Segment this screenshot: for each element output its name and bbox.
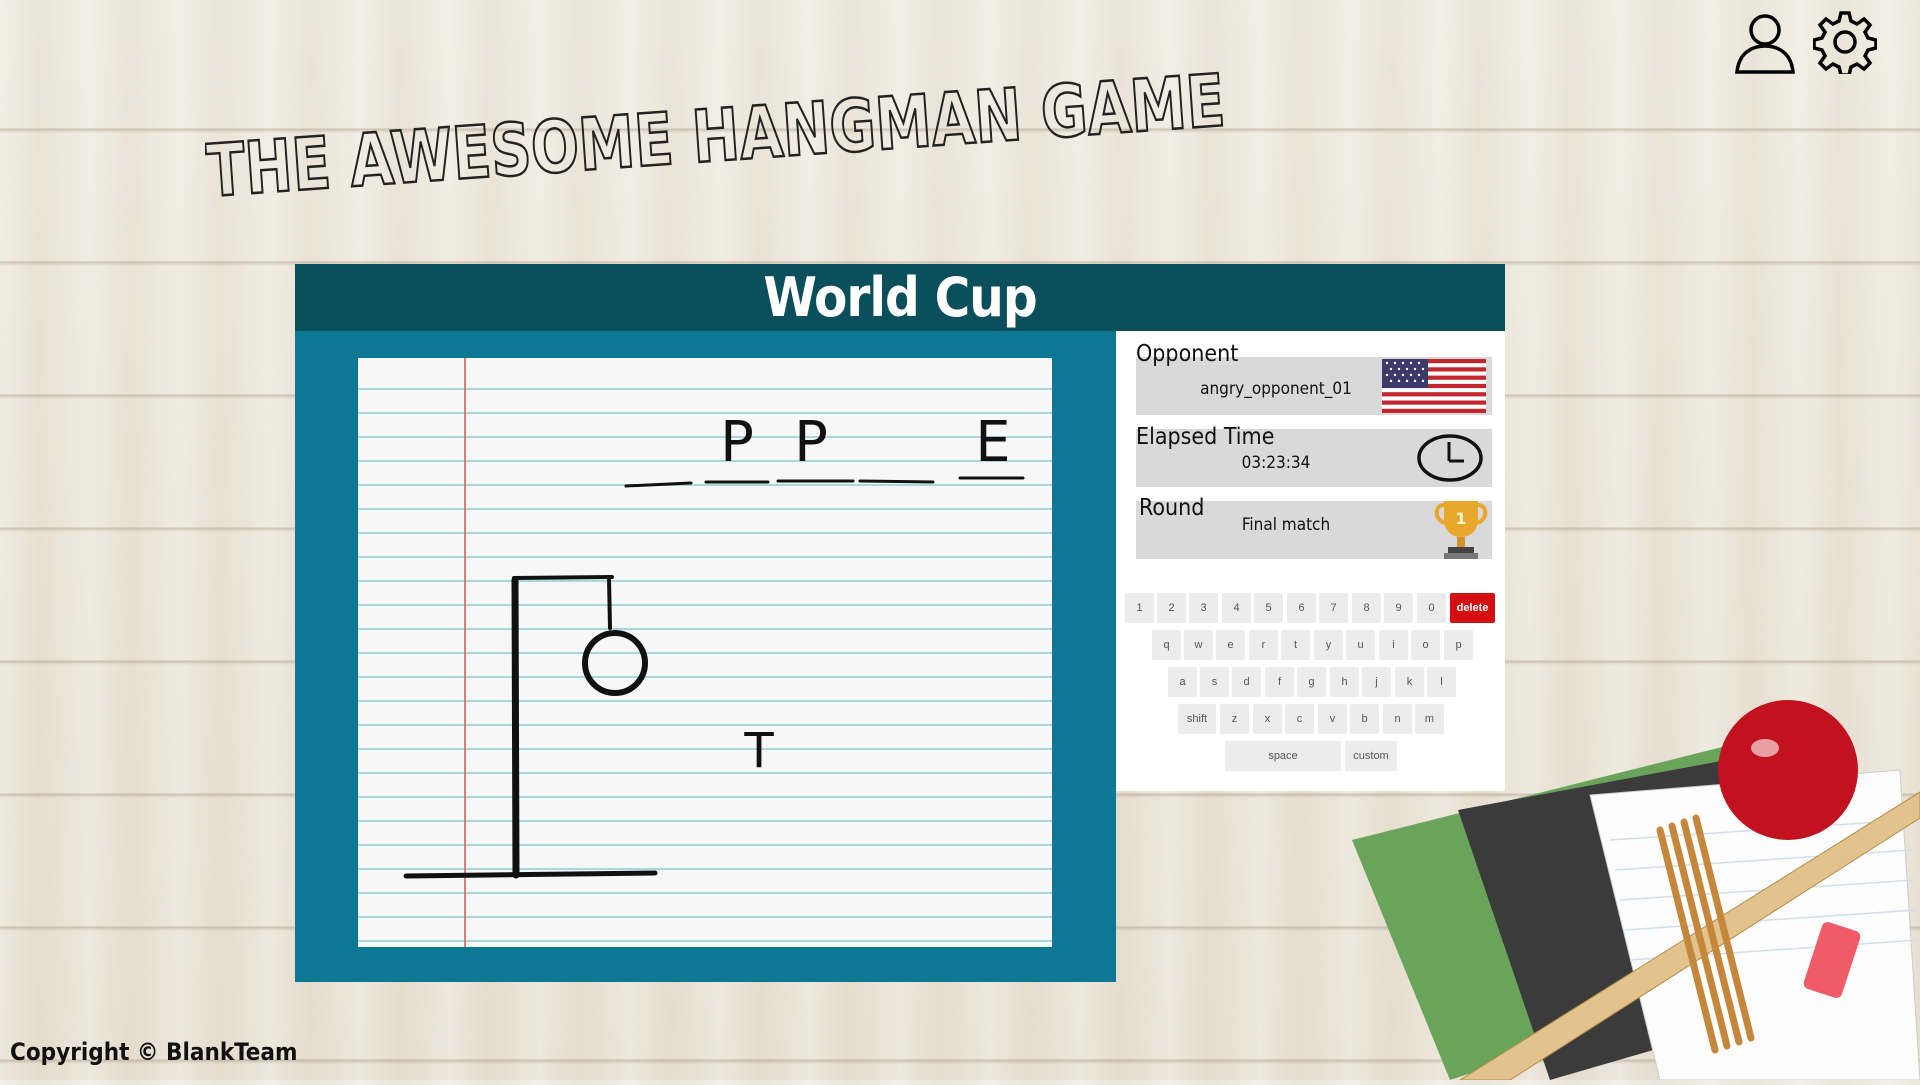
key-i[interactable]: i	[1379, 630, 1408, 660]
elapsed-time-card: Elapsed Time 03:23:34	[1136, 424, 1492, 487]
delete-key[interactable]: delete	[1450, 593, 1495, 623]
key-d[interactable]: d	[1232, 667, 1261, 697]
round-value: Final match	[1241, 515, 1331, 535]
gallows-pole	[511, 576, 520, 879]
round-card: Round Final match 1	[1136, 495, 1492, 559]
key-u[interactable]: u	[1346, 630, 1375, 660]
key-5[interactable]: 5	[1254, 593, 1283, 623]
key-2[interactable]: 2	[1157, 593, 1186, 623]
gallows-beam	[512, 575, 614, 580]
shift-key[interactable]: shift	[1178, 704, 1216, 734]
key-y[interactable]: y	[1314, 630, 1343, 660]
game-title-art: THE AWESOME HANGMAN GAME	[203, 57, 1229, 214]
elapsed-time-label: Elapsed Time	[1136, 424, 1275, 450]
key-s[interactable]: s	[1200, 667, 1229, 697]
us-flag-icon	[1382, 359, 1486, 413]
play-area: P P E T	[295, 331, 1116, 982]
key-g[interactable]: g	[1297, 667, 1326, 697]
game-title-text: THE AWESOME HANGMAN GAME	[205, 58, 1227, 205]
clock-icon	[1417, 434, 1483, 482]
settings-button[interactable]	[1812, 10, 1878, 77]
key-f[interactable]: f	[1265, 667, 1294, 697]
gallows-rope	[607, 575, 612, 630]
desk-decoration	[1340, 677, 1920, 1081]
opponent-name: angry_opponent_01	[1200, 379, 1352, 399]
space-key[interactable]: space	[1225, 741, 1341, 771]
key-0[interactable]: 0	[1417, 593, 1446, 623]
word-letter-3: P	[794, 410, 828, 475]
key-7[interactable]: 7	[1319, 593, 1348, 623]
key-h[interactable]: h	[1330, 667, 1359, 697]
word-letter-5: E	[975, 410, 1011, 475]
gear-icon	[1812, 11, 1878, 77]
word-blank-4	[858, 479, 935, 484]
key-8[interactable]: 8	[1352, 593, 1381, 623]
notebook-paper: P P E T	[358, 358, 1052, 947]
key-4[interactable]: 4	[1222, 593, 1251, 623]
key-l[interactable]: l	[1427, 667, 1456, 697]
key-w[interactable]: w	[1184, 630, 1213, 660]
apple	[1718, 700, 1858, 840]
game-panel: World Cup P P E T Opponent angry_opponen…	[295, 264, 1505, 982]
key-3[interactable]: 3	[1189, 593, 1218, 623]
key-p[interactable]: p	[1444, 630, 1473, 660]
key-e[interactable]: e	[1216, 630, 1245, 660]
trophy-icon: 1	[1434, 501, 1488, 559]
key-j[interactable]: j	[1362, 667, 1391, 697]
gallows-base	[403, 870, 658, 879]
key-k[interactable]: k	[1395, 667, 1424, 697]
missed-letter: T	[744, 723, 774, 779]
opponent-card: Opponent angry_opponent_01	[1136, 341, 1492, 415]
key-q[interactable]: q	[1152, 630, 1181, 660]
key-r[interactable]: r	[1249, 630, 1278, 660]
copyright-text: Copyright © BlankTeam	[10, 1038, 298, 1066]
user-icon	[1735, 14, 1795, 74]
game-title: THE AWESOME HANGMAN GAME	[203, 45, 1245, 214]
word-letter-2: P	[720, 410, 754, 475]
key-t[interactable]: t	[1281, 630, 1310, 660]
key-6[interactable]: 6	[1287, 593, 1316, 623]
word-blank-1	[624, 481, 693, 488]
key-z[interactable]: z	[1220, 704, 1249, 734]
key-c[interactable]: c	[1285, 704, 1314, 734]
hangman-head	[582, 630, 648, 696]
profile-button[interactable]	[1733, 10, 1797, 74]
elapsed-time-value: 03:23:34	[1241, 453, 1311, 473]
school-supplies-illustration	[1352, 677, 1920, 1081]
key-a[interactable]: a	[1168, 667, 1197, 697]
opponent-label: Opponent	[1136, 341, 1239, 367]
category-title: World Cup	[295, 264, 1505, 331]
key-o[interactable]: o	[1411, 630, 1440, 660]
key-1[interactable]: 1	[1125, 593, 1154, 623]
hangman-drawing	[403, 476, 1025, 879]
key-x[interactable]: x	[1253, 704, 1282, 734]
trophy-number: 1	[1455, 509, 1466, 528]
key-9[interactable]: 9	[1384, 593, 1413, 623]
